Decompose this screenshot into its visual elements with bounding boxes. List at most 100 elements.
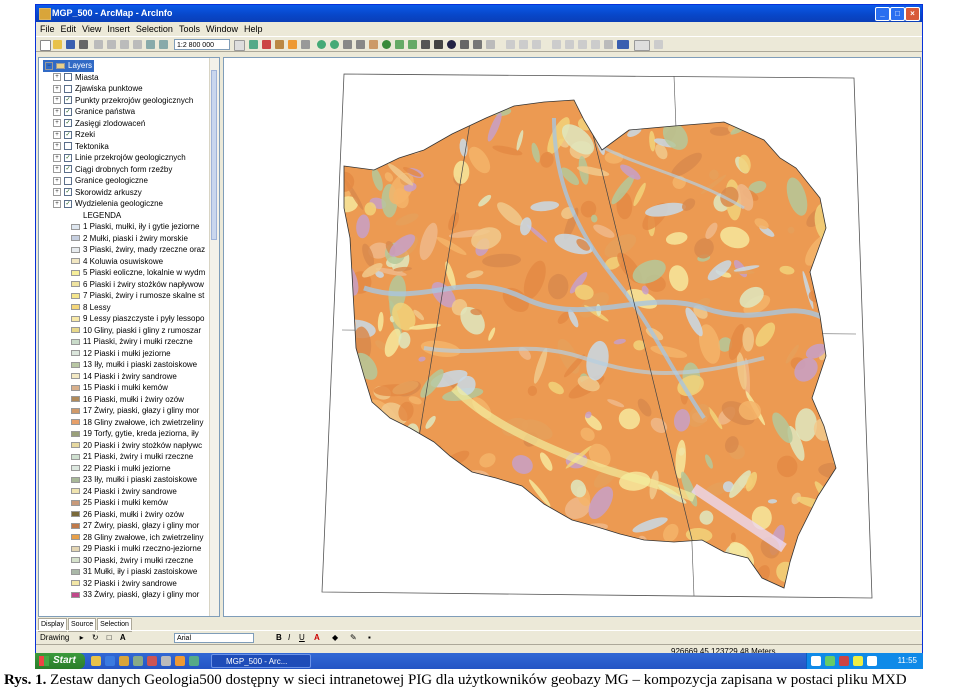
toc-legend-item-18[interactable]: 19 Torfy, gytie, kreda jeziorna, iły bbox=[71, 428, 199, 440]
toc-root[interactable]: − Layers bbox=[43, 60, 95, 72]
quicklaunch-app3-icon[interactable] bbox=[161, 656, 171, 666]
menu-file[interactable]: File bbox=[40, 24, 55, 34]
layer-checkbox[interactable] bbox=[64, 84, 72, 93]
font-select[interactable]: Arial bbox=[174, 633, 254, 643]
cut-icon[interactable] bbox=[94, 40, 103, 49]
toc-legend-item-4[interactable]: 5 Piaski eoliczne, lokalnie w wydm bbox=[71, 267, 205, 279]
text-icon[interactable]: A bbox=[120, 633, 126, 642]
toc-legend-item-8[interactable]: 9 Lessy piaszczyste i pyły lessopo bbox=[71, 313, 204, 325]
quicklaunch-arcmap-icon[interactable] bbox=[119, 656, 129, 666]
layer-checkbox[interactable]: ✓ bbox=[64, 188, 72, 197]
toc-layer-7[interactable]: + ✓ Linie przekrojów geologicznych bbox=[53, 152, 186, 164]
new-icon[interactable] bbox=[40, 40, 51, 51]
toc-legend-item-0[interactable]: 1 Piaski, mułki, iły i gytie jeziorne bbox=[71, 221, 199, 233]
hyperlink-icon[interactable] bbox=[486, 40, 495, 49]
tool-i-icon[interactable] bbox=[617, 40, 629, 49]
tray-icon-1[interactable] bbox=[811, 656, 821, 666]
toc-legend-item-13[interactable]: 14 Piaski i żwiry sandrowe bbox=[71, 371, 177, 383]
layer-checkbox[interactable] bbox=[64, 142, 72, 151]
menu-edit[interactable]: Edit bbox=[61, 24, 77, 34]
tray-icon-2[interactable] bbox=[825, 656, 835, 666]
toc-layer-11[interactable]: + ✓ Wydzielenia geologiczne bbox=[53, 198, 163, 210]
toc-legend-item-12[interactable]: 13 Iły, mułki i piaski zastoiskowe bbox=[71, 359, 197, 371]
tool-f-icon[interactable] bbox=[578, 40, 587, 49]
toc-legend-item-1[interactable]: 2 Mułki, piaski i żwiry morskie bbox=[71, 233, 188, 245]
scale-dropdown-icon[interactable] bbox=[234, 40, 245, 51]
expand-icon[interactable]: + bbox=[53, 119, 61, 128]
select-elements-icon[interactable] bbox=[434, 40, 443, 49]
menu-selection[interactable]: Selection bbox=[136, 24, 173, 34]
menu-view[interactable]: View bbox=[82, 24, 101, 34]
quicklaunch-app4-icon[interactable] bbox=[175, 656, 185, 666]
toc-layer-5[interactable]: + ✓ Rzeki bbox=[53, 129, 95, 141]
toc-legend-item-3[interactable]: 4 Koluwia osuwiskowe bbox=[71, 256, 163, 268]
toc-layer-4[interactable]: + ✓ Zasięgi zlodowaceń bbox=[53, 118, 145, 130]
tray-icon-4[interactable] bbox=[853, 656, 863, 666]
layer-checkbox[interactable] bbox=[64, 176, 72, 185]
quicklaunch-app5-icon[interactable] bbox=[189, 656, 199, 666]
layer-checkbox[interactable]: ✓ bbox=[64, 153, 72, 162]
expand-icon[interactable]: + bbox=[53, 130, 61, 139]
expand-icon[interactable]: + bbox=[53, 153, 61, 162]
expand-icon[interactable]: + bbox=[53, 107, 61, 116]
toc-layer-1[interactable]: + Zjawiska punktowe bbox=[53, 83, 143, 95]
tool-a-icon[interactable] bbox=[506, 40, 515, 49]
menu-window[interactable]: Window bbox=[206, 24, 238, 34]
measure-icon[interactable] bbox=[473, 40, 482, 49]
collapse-icon[interactable]: − bbox=[45, 61, 53, 70]
tool-c-icon[interactable] bbox=[532, 40, 541, 49]
toc-layer-6[interactable]: + Tektonika bbox=[53, 141, 109, 153]
map-view[interactable] bbox=[223, 57, 921, 617]
line-color-icon[interactable]: ✎ bbox=[350, 631, 357, 645]
underline-icon[interactable]: U bbox=[299, 631, 305, 645]
scale-input[interactable]: 1:2 800 000 bbox=[174, 39, 230, 50]
toc-legend-item-19[interactable]: 20 Piaski i żwiry stożków napływc bbox=[71, 440, 202, 452]
toc-legend-item-27[interactable]: 28 Gliny zwałowe, ich zwietrzeliny bbox=[71, 532, 204, 544]
expand-icon[interactable]: + bbox=[53, 199, 61, 208]
close-button[interactable]: × bbox=[905, 7, 920, 21]
toc-legend-item-7[interactable]: 8 Lessy bbox=[71, 302, 111, 314]
select-features-icon[interactable] bbox=[421, 40, 430, 49]
save-icon[interactable] bbox=[66, 40, 75, 49]
tool-e-icon[interactable] bbox=[565, 40, 574, 49]
layer-checkbox[interactable] bbox=[64, 73, 72, 82]
toc-legend-item-24[interactable]: 25 Piaski i mułki kemów bbox=[71, 497, 168, 509]
toc-legend-item-2[interactable]: 3 Piaski, żwiry, mady rzeczne oraz bbox=[71, 244, 205, 256]
expand-icon[interactable]: + bbox=[53, 73, 61, 82]
toc-legend-item-9[interactable]: 10 Gliny, piaski i gliny z rumoszar bbox=[71, 325, 201, 337]
taskbar-arcmap-button[interactable]: MGP_500 - Arc... bbox=[211, 654, 311, 668]
rotate-icon[interactable]: ↻ bbox=[92, 633, 99, 642]
toc-legend-item-30[interactable]: 31 Mułki, iły i piaski zastoiskowe bbox=[71, 566, 197, 578]
tool-k-icon[interactable] bbox=[654, 40, 663, 49]
drawing-menu[interactable]: Drawing bbox=[40, 633, 69, 642]
toc-legend-item-17[interactable]: 18 Gliny zwałowe, ich zwietrzeliny bbox=[71, 417, 204, 429]
menu-help[interactable]: Help bbox=[244, 24, 263, 34]
layer-checkbox[interactable]: ✓ bbox=[64, 119, 72, 128]
toc-legend-item-25[interactable]: 26 Piaski, mułki i żwiry ozów bbox=[71, 509, 184, 521]
identify-icon[interactable] bbox=[447, 40, 456, 49]
font-color-icon[interactable]: A bbox=[314, 631, 320, 645]
toc-legend-item-22[interactable]: 23 Iły, mułki i piaski zastoiskowe bbox=[71, 474, 197, 486]
expand-icon[interactable]: + bbox=[53, 176, 61, 185]
paste-icon[interactable] bbox=[120, 40, 129, 49]
arccatalog-icon[interactable] bbox=[288, 40, 297, 49]
toc-layer-10[interactable]: + ✓ Skorowidz arkuszy bbox=[53, 187, 142, 199]
start-button[interactable]: Start bbox=[35, 653, 85, 669]
quicklaunch-ie-icon[interactable] bbox=[105, 656, 115, 666]
expand-icon[interactable]: + bbox=[53, 96, 61, 105]
undo-icon[interactable] bbox=[146, 40, 155, 49]
bold-icon[interactable]: B bbox=[276, 631, 282, 645]
zoom-in-icon[interactable] bbox=[317, 40, 326, 49]
toc-scrollbar[interactable] bbox=[209, 58, 219, 616]
delete-icon[interactable] bbox=[133, 40, 142, 49]
toc-legend-item-10[interactable]: 11 Piaski, żwiry i mułki rzeczne bbox=[71, 336, 193, 348]
toc-legend-item-32[interactable]: 33 Żwiry, piaski, głazy i gliny mor bbox=[71, 589, 199, 601]
layer-checkbox[interactable]: ✓ bbox=[64, 96, 72, 105]
toc-legend-item-16[interactable]: 17 Żwiry, piaski, głazy i gliny mor bbox=[71, 405, 199, 417]
open-icon[interactable] bbox=[53, 40, 62, 49]
toc-legend-item-6[interactable]: 7 Piaski, żwiry i rumosze skalne st bbox=[71, 290, 204, 302]
back-icon[interactable] bbox=[395, 40, 404, 49]
toc-legend-item-31[interactable]: 32 Piaski i żwiry sandrowe bbox=[71, 578, 177, 590]
expand-icon[interactable]: + bbox=[53, 142, 61, 151]
tool-h-icon[interactable] bbox=[604, 40, 613, 49]
